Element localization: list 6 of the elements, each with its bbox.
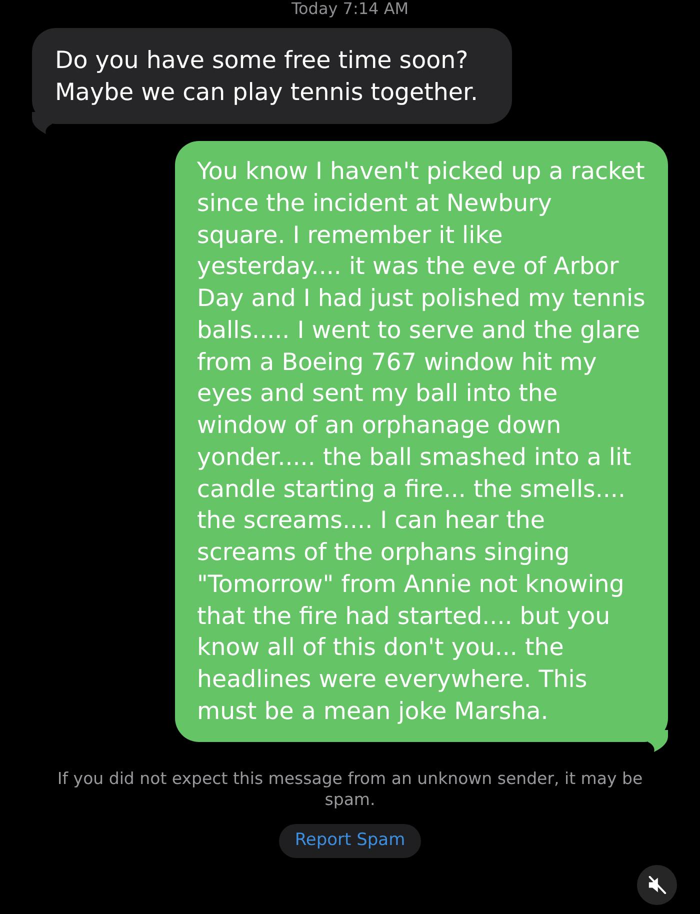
spam-notice: If you did not expect this message from an unknown sender, it may be spam. xyxy=(56,768,644,810)
message-text: You know I haven't picked up a racket since the incident at Newbury square. I remember it like yesterday.... it was the eve of Arbor Day and I had just polished my tennis balls..... I went to serve and the glare from a Boeing 767 window hit my eyes and sent my ball into the window of an orphanage down yonder..... the ball smashed into a lit candle starting a fire... the smells.... the screams.... I can hear the screams of the orphans singing "Tomorrow" from Annie not knowing that the fire had started.... but you know all of this don't you... the headlines were everywhere. This must be a mean joke Marsha. xyxy=(197,156,646,727)
message-text: Do you have some free time soon? Maybe we can play tennis together. xyxy=(55,45,480,108)
timestamp: Today 7:14 AM xyxy=(291,0,409,18)
report-spam-button[interactable]: Report Spam xyxy=(278,824,422,858)
sound-toggle-button[interactable] xyxy=(637,865,677,905)
